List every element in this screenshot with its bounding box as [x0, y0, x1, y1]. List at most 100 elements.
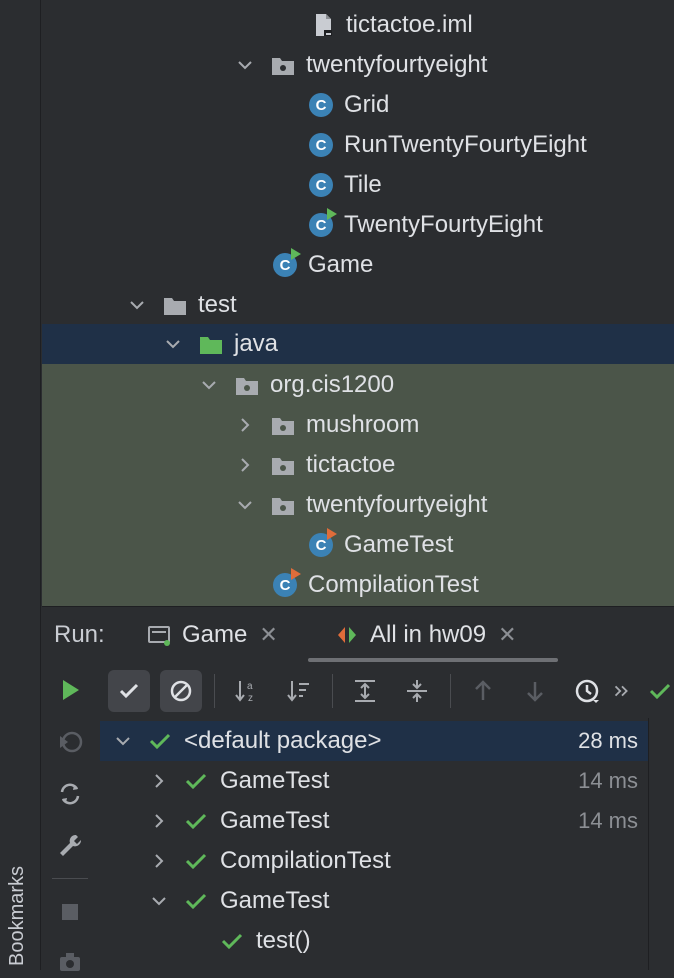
results-scrollbar-track[interactable] — [648, 718, 674, 970]
test-history-icon[interactable] — [566, 670, 608, 712]
class-icon: C — [308, 92, 334, 118]
runnable-class-icon: C — [272, 248, 301, 278]
svg-text:z: z — [248, 693, 253, 704]
rerun-button[interactable] — [54, 674, 86, 706]
chevron-right-icon[interactable] — [148, 850, 170, 872]
chevron-down-icon[interactable] — [112, 730, 134, 752]
test-results-tree: <default package> 28 ms GameTest 14 ms G… — [100, 718, 648, 970]
stop-button[interactable] — [54, 896, 86, 928]
test-run-icon — [334, 622, 360, 648]
package-icon — [270, 492, 296, 518]
result-row-test-method[interactable]: test() — [100, 921, 648, 961]
run-panel-title: Run: — [54, 621, 105, 648]
result-row-gametest[interactable]: GameTest — [100, 881, 648, 921]
tree-item-java[interactable]: java — [42, 324, 674, 364]
show-ignored-toggle[interactable] — [160, 670, 202, 712]
chevron-down-icon[interactable] — [234, 494, 256, 516]
tests-passed-check-icon — [646, 670, 674, 712]
result-label: <default package> — [184, 727, 382, 754]
sort-by-duration-icon[interactable] — [278, 670, 320, 712]
divider — [332, 674, 333, 708]
collapse-all-icon[interactable] — [396, 670, 438, 712]
package-icon — [270, 52, 296, 78]
bookmarks-tool-button[interactable]: Bookmarks — [6, 866, 29, 966]
passed-check-icon — [184, 769, 208, 793]
close-icon[interactable]: ✕ — [498, 622, 516, 648]
result-row-gametest[interactable]: GameTest 14 ms — [100, 801, 648, 841]
settings-wrench-icon[interactable] — [54, 830, 86, 862]
expand-all-icon[interactable] — [344, 670, 386, 712]
passed-check-icon — [148, 729, 172, 753]
class-icon: C — [308, 172, 334, 198]
chevron-down-icon[interactable] — [126, 294, 148, 316]
chevron-right-icon[interactable] — [148, 770, 170, 792]
tree-item-grid[interactable]: C Grid — [42, 85, 674, 125]
tree-item-label: test — [198, 291, 237, 318]
tree-item-label: twentyfourtyeight — [306, 51, 488, 78]
next-test-icon[interactable] — [514, 670, 556, 712]
svg-text:a: a — [247, 681, 253, 692]
chevron-down-icon[interactable] — [148, 890, 170, 912]
tree-item-label: tictactoe.iml — [346, 11, 473, 38]
result-duration: 14 ms — [578, 768, 638, 793]
result-row-gametest[interactable]: GameTest 14 ms — [100, 761, 648, 801]
chevron-down-icon[interactable] — [198, 374, 220, 396]
runnable-class-icon: C — [308, 208, 337, 238]
tab-game[interactable]: Game ✕ — [146, 617, 278, 653]
tab-all-in-hw09[interactable]: All in hw09 ✕ — [334, 617, 517, 653]
tree-item-label: twentyfourtyeight — [306, 491, 488, 518]
tree-item-label: tictactoe — [306, 451, 396, 478]
divider — [214, 674, 215, 708]
divider — [52, 878, 88, 879]
tree-item-gametest[interactable]: C GameTest — [42, 525, 674, 565]
tree-item-label: GameTest — [344, 531, 454, 558]
tree-item-tictactoe-iml[interactable]: tictactoe.iml — [42, 5, 674, 45]
result-row-default-package[interactable]: <default package> 28 ms — [100, 721, 648, 761]
tree-item-runtwentyfourtyeight[interactable]: C RunTwentyFourtyEight — [42, 125, 674, 165]
previous-test-icon[interactable] — [462, 670, 504, 712]
show-passed-toggle[interactable] — [108, 670, 150, 712]
chevron-down-icon[interactable] — [162, 333, 184, 355]
result-label: test() — [256, 927, 311, 954]
camera-icon[interactable] — [54, 946, 86, 978]
result-label: CompilationTest — [220, 847, 391, 874]
chevron-down-icon[interactable] — [234, 54, 256, 76]
tree-item-label: java — [234, 330, 279, 357]
result-duration: 14 ms — [578, 808, 638, 833]
result-duration: 28 ms — [578, 728, 638, 753]
result-row-compilationtest[interactable]: CompilationTest — [100, 841, 648, 881]
tree-item-label: CompilationTest — [308, 571, 479, 598]
tree-item-tictactoe[interactable]: tictactoe — [42, 445, 674, 485]
tree-item-label: Game — [308, 251, 374, 278]
chevron-right-icon[interactable] — [234, 454, 256, 476]
divider — [450, 674, 451, 708]
tree-item-test[interactable]: test — [42, 285, 674, 325]
tree-item-mushroom[interactable]: mushroom — [42, 405, 674, 445]
result-label: GameTest — [220, 807, 330, 834]
tree-item-game[interactable]: C Game — [42, 245, 674, 285]
package-icon — [270, 412, 296, 438]
close-icon[interactable]: ✕ — [259, 622, 277, 648]
tree-item-label: RunTwentyFourtyEight — [344, 131, 587, 158]
tree-item-twentyfourtyeight-class[interactable]: C TwentyFourtyEight — [42, 205, 674, 245]
tree-item-org-cis1200[interactable]: org.cis1200 — [42, 365, 674, 405]
sort-alphabetically-icon[interactable]: az — [226, 670, 268, 712]
class-icon: C — [308, 132, 334, 158]
tree-item-twentyfourtyeight[interactable]: twentyfourtyeight — [42, 45, 674, 85]
tree-item-twentyfourtyeight-test-package[interactable]: twentyfourtyeight — [42, 485, 674, 525]
test-class-icon: C — [308, 528, 337, 558]
toggle-auto-test-icon[interactable] — [54, 778, 86, 810]
test-runner-toolbar: az — [98, 662, 674, 718]
rerun-failed-icon[interactable] — [54, 726, 86, 758]
tree-item-compilationtest[interactable]: C CompilationTest — [42, 565, 674, 605]
passed-check-icon — [184, 889, 208, 913]
chevron-right-icon[interactable] — [234, 414, 256, 436]
application-run-icon — [146, 622, 172, 648]
module-file-icon — [310, 12, 336, 38]
tree-item-tile[interactable]: C Tile — [42, 165, 674, 205]
chevron-right-icon[interactable] — [148, 810, 170, 832]
project-tree: tictactoe.iml twentyfourtyeight C Grid C… — [42, 0, 674, 606]
test-source-folder-icon — [198, 331, 224, 357]
more-actions-icon[interactable] — [610, 670, 634, 712]
tab-label: Game — [182, 621, 248, 648]
